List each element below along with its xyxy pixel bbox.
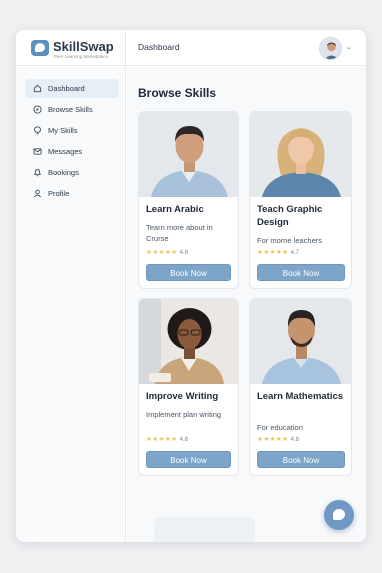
user-icon (33, 189, 42, 198)
stars-icon: ★★★★★ (257, 436, 289, 443)
chevron-down-icon[interactable]: ⌄ (346, 43, 352, 51)
app-window: SkillSwap Peer Learning Marketplace Dash… (16, 30, 366, 542)
skill-title: Improve Writing (146, 391, 219, 402)
chat-bubble-icon[interactable] (324, 500, 354, 530)
star-rating: ★★★★★ 4.8 (146, 435, 188, 443)
skill-description: For morne leachers (257, 236, 323, 245)
sidebar-item-label: Browse Skills (48, 105, 93, 114)
section-title: Browse Skills (138, 86, 217, 100)
tutor-photo (250, 299, 351, 384)
stars-icon: ★★★★★ (257, 249, 289, 256)
sidebar-item-label: Messages (48, 147, 83, 156)
stars-icon: ★★★★★ (146, 249, 178, 256)
sidebar-item-label: Bookings (48, 168, 79, 177)
skill-description: Implement plan writing (146, 410, 222, 419)
star-rating: ★★★★★ 4.8 (257, 435, 299, 443)
compass-icon (33, 105, 42, 114)
sidebar-item-label: Profile (48, 189, 70, 198)
skill-description: For education (257, 423, 303, 432)
sidebar-item-label: My Skills (48, 126, 78, 135)
sidebar-item-label: Dashboard (48, 84, 85, 93)
lightbulb-icon (34, 126, 41, 135)
book-now-button[interactable]: Book Now (257, 451, 345, 468)
sidebar-item-dashboard[interactable]: Dashboard (25, 79, 119, 98)
skill-card[interactable]: Improve Writing Implement plan writing ★… (138, 298, 239, 476)
main-content: Browse Skills Learn Arabic Tearn more ab… (127, 67, 366, 542)
user-avatar[interactable] (319, 37, 342, 60)
skill-card[interactable]: Learn Mathematics For education ★★★★★ 4.8… (249, 298, 352, 476)
skill-card-partial (154, 517, 255, 542)
book-now-button[interactable]: Book Now (257, 264, 345, 281)
star-rating: ★★★★★ 4.7 (257, 248, 299, 256)
page-title: Dashboard (138, 42, 180, 52)
envelope-icon (33, 148, 42, 155)
sidebar-item-my-skills[interactable]: My Skills (25, 121, 119, 140)
rating-value: 4.8 (290, 437, 299, 443)
sidebar: Dashboard Browse Skills My Skills Messag… (16, 67, 126, 542)
brand-tagline: Peer Learning Marketplace (54, 54, 109, 59)
tutor-photo (139, 112, 238, 197)
tutor-photo (139, 299, 238, 384)
rating-value: 4.8 (179, 437, 188, 443)
rating-value: 4.7 (290, 250, 299, 256)
brand-logo-icon (31, 40, 49, 56)
sidebar-item-bookings[interactable]: Bookings (25, 163, 119, 182)
brand[interactable]: SkillSwap Peer Learning Marketplace (16, 30, 126, 66)
tutor-photo (250, 112, 351, 197)
skill-card[interactable]: Learn Arabic Tearn more about in Crurse … (138, 111, 239, 289)
avatar-person-icon (320, 38, 341, 59)
skill-title: Teach Graphic Design (257, 204, 323, 228)
skill-description: Tearn more about in Crurse (146, 223, 213, 243)
skill-card[interactable]: Teach Graphic Design For morne leachers … (249, 111, 352, 289)
sidebar-item-profile[interactable]: Profile (25, 184, 119, 203)
sidebar-item-messages[interactable]: Messages (25, 142, 119, 161)
brand-name: SkillSwap (53, 39, 114, 54)
bell-icon (33, 169, 42, 177)
book-now-button[interactable]: Book Now (146, 451, 231, 468)
skill-title: Learn Mathematics (257, 391, 344, 402)
home-icon (33, 84, 42, 93)
stars-icon: ★★★★★ (146, 436, 178, 443)
top-header: SkillSwap Peer Learning Marketplace Dash… (16, 30, 366, 66)
book-now-button[interactable]: Book Now (146, 264, 231, 281)
skill-title: Learn Arabic (146, 204, 204, 215)
sidebar-item-browse-skills[interactable]: Browse Skills (25, 100, 119, 119)
star-rating: ★★★★★ 4.8 (146, 248, 188, 256)
rating-value: 4.8 (179, 250, 188, 256)
